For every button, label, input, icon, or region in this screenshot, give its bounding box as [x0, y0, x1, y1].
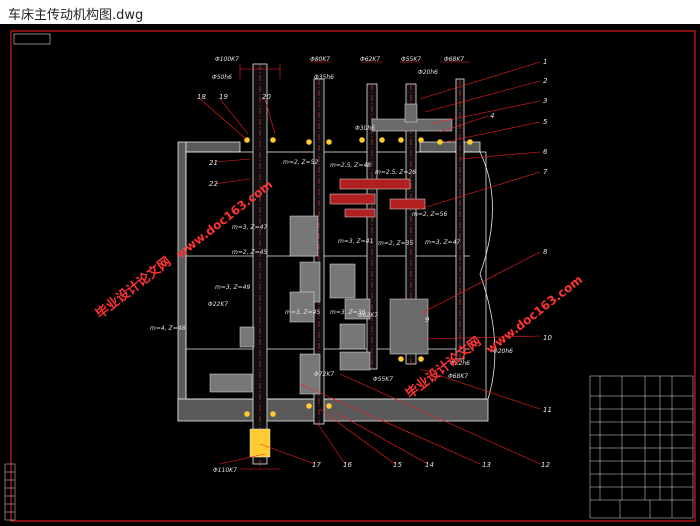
part-number: 15 — [393, 461, 402, 469]
gear-label: m=4, Z=48 — [150, 325, 185, 332]
part-number: 11 — [543, 406, 552, 414]
dim-label: Φ55K7 — [373, 376, 393, 383]
part-number: 8 — [543, 248, 548, 256]
part-number: 6 — [543, 148, 548, 156]
gear-label: m=3, Z=47 — [232, 224, 267, 231]
watermark-site: www.doc163.com — [483, 272, 585, 356]
drawing-code-box — [13, 33, 51, 45]
part-number: 14 — [425, 461, 434, 469]
part-number: 9 — [425, 316, 430, 324]
dim-label: Φ100K7 — [215, 56, 239, 63]
part-number: 17 — [312, 461, 321, 469]
part-number: 2 — [543, 77, 548, 85]
window-title: 车床主传动机构图.dwg — [8, 8, 144, 23]
gear-label: m=3, Z=41 — [338, 238, 373, 245]
gear-label: m=2, Z=45 — [232, 249, 267, 256]
dim-label: Φ68K7 — [448, 373, 468, 380]
gear-label: m=3, Z=47 — [425, 239, 460, 246]
dim-label: Φ50h6 — [212, 74, 232, 81]
part-number: 21 — [209, 159, 218, 167]
drawing-canvas[interactable]: Φ100K7 Φ50h6 Φ80K7 Φ35h6 Φ62K7 Φ30h6 Φ55… — [0, 24, 700, 526]
dim-label: Φ68K7 — [444, 56, 464, 63]
title-bar: 车床主传动机构图.dwg — [0, 0, 700, 25]
part-number: 16 — [343, 461, 352, 469]
part-number: 1 — [543, 58, 547, 66]
cad-drawing: Φ100K7 Φ50h6 Φ80K7 Φ35h6 Φ62K7 Φ30h6 Φ55… — [4, 30, 696, 522]
watermark-text: 毕业设计论文网 — [93, 254, 175, 323]
dim-label: Φ72K7 — [314, 371, 334, 378]
dim-label: Φ62K7 — [360, 56, 380, 63]
part-number: 12 — [541, 461, 550, 469]
dim-label: Φ30h6 — [355, 125, 375, 132]
part-number: 3 — [543, 97, 547, 105]
part-number: 7 — [543, 168, 548, 176]
part-number: 18 — [197, 93, 206, 101]
gear-label: m=2, Z=52 — [283, 159, 318, 166]
left-frame-ticks — [4, 463, 16, 521]
part-number: 13 — [482, 461, 491, 469]
dim-label: Φ80K7 — [310, 56, 330, 63]
part-number: 22 — [209, 180, 218, 188]
gear-label: m=2, Z=35 — [378, 240, 413, 247]
spindle-nut — [249, 428, 271, 458]
gear-label: m=2, Z=56 — [412, 211, 447, 218]
gear-label: m=3, Z=49 — [215, 284, 250, 291]
dim-label: Φ22K7 — [208, 301, 228, 308]
dim-label: Φ35h6 — [314, 74, 334, 81]
dim-label: Φ110K7 — [213, 467, 237, 474]
gear-label: m=2.5, Z=48 — [330, 162, 371, 169]
part-number: 19 — [219, 93, 228, 101]
part-number: 5 — [543, 118, 548, 126]
dim-label: Φ20h6 — [418, 69, 438, 76]
part-number: 4 — [490, 112, 494, 120]
gear-label: m=3, Z=45 — [285, 309, 320, 316]
gear-label: m=3, Z=36 — [330, 309, 365, 316]
part-number: 10 — [543, 334, 552, 342]
part-number: 20 — [262, 93, 271, 101]
dim-label: Φ55K7 — [401, 56, 421, 63]
gear-label: m=2.5, Z=26 — [375, 169, 416, 176]
title-block — [589, 375, 694, 519]
